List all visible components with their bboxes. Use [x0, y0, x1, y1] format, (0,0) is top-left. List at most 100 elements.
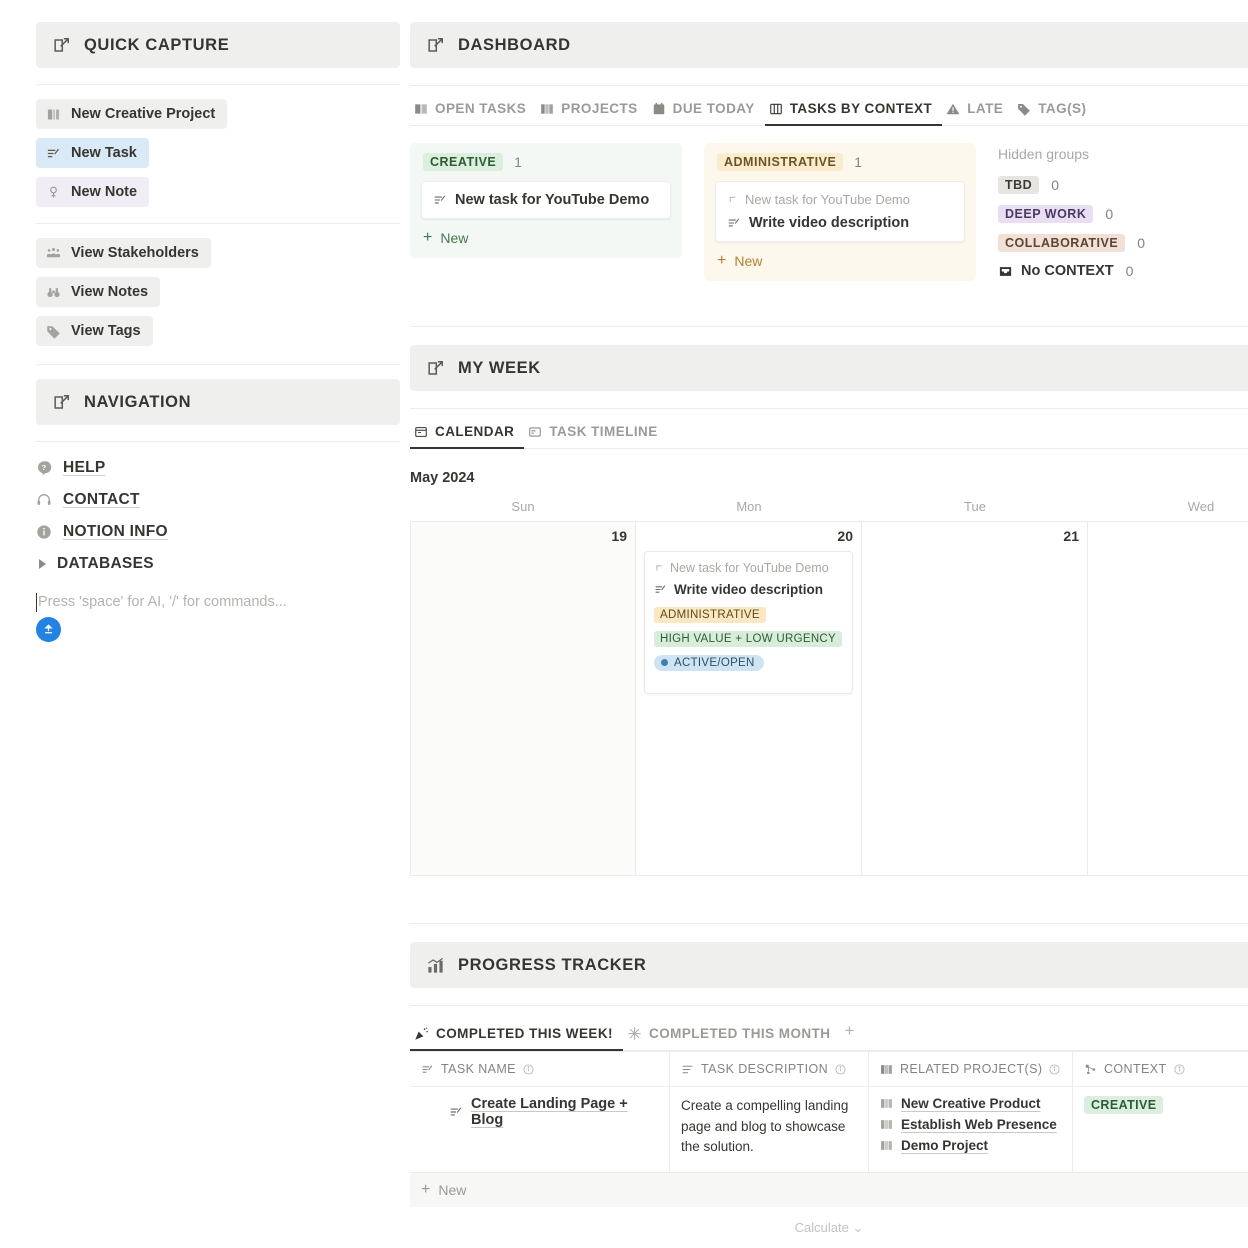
event-status-label: ACTIVE/OPEN [674, 657, 755, 669]
project-link[interactable]: New Creative Product [880, 1096, 1061, 1111]
ai-prompt-placeholder[interactable]: Press 'space' for AI, '/' for commands..… [36, 594, 400, 610]
cell-context[interactable]: CREATIVE [1073, 1087, 1248, 1172]
dashboard-title: DASHBOARD [458, 36, 571, 55]
hidden-group-no-context[interactable]: No CONTEXT 0 [998, 263, 1248, 279]
book-icon [414, 102, 428, 116]
column-header-task-name[interactable]: TASK NAME [410, 1052, 670, 1086]
tab-label: CALENDAR [435, 424, 514, 439]
timeline-icon [528, 425, 542, 439]
info-icon [523, 1064, 534, 1075]
task-name-link[interactable]: Create Landing Page + Blog [421, 1096, 658, 1128]
table-new-row-button[interactable]: + New [410, 1173, 1248, 1207]
calendar-event[interactable]: New task for YouTube Demo Write video de… [644, 551, 853, 694]
my-week-tabbar: CALENDAR TASK TIMELINE [410, 409, 1248, 449]
group-badge-deep-work: DEEP WORK [998, 205, 1093, 223]
calendar-daynumber: 19 [419, 528, 627, 544]
dashboard-header: DASHBOARD [410, 22, 1248, 68]
table-body: Create Landing Page + Blog Create a comp… [410, 1086, 1248, 1173]
calendar-icon [652, 102, 666, 116]
project-link[interactable]: Demo Project [880, 1138, 1061, 1153]
add-tab-button[interactable]: + [841, 1015, 865, 1051]
ai-upload-icon[interactable] [36, 617, 61, 642]
event-status-badge: ACTIVE/OPEN [654, 655, 764, 671]
task-list-icon [727, 216, 741, 230]
quick-capture-header: QUICK CAPTURE [36, 22, 400, 68]
kanban-new-button-creative[interactable]: + New [421, 219, 671, 247]
divider [410, 923, 1248, 924]
calendar-cell-19[interactable]: 19 [410, 522, 636, 875]
hidden-group-deep-work[interactable]: DEEP WORK 0 [998, 205, 1248, 223]
new-creative-project-button[interactable]: New Creative Project [36, 99, 227, 129]
tab-calendar[interactable]: CALENDAR [410, 418, 524, 449]
left-sidebar: QUICK CAPTURE New Creative Project [0, 0, 400, 642]
tab-open-tasks[interactable]: OPEN TASKS [410, 95, 536, 126]
table-row: Create Landing Page + Blog Create a comp… [410, 1087, 1248, 1172]
column-header-related-projects[interactable]: RELATED PROJECT(S) [869, 1052, 1073, 1086]
calendar-cell-wed[interactable] [1088, 522, 1248, 875]
cell-task-description[interactable]: Create a compelling landing page and blo… [670, 1087, 869, 1172]
project-label: New Creative Product [901, 1096, 1041, 1111]
kanban-column-header: ADMINISTRATIVE 1 [715, 153, 965, 171]
tab-tags[interactable]: TAG(S) [1013, 95, 1096, 126]
kanban-card-title-row: New task for YouTube Demo [433, 192, 659, 208]
tab-task-timeline[interactable]: TASK TIMELINE [524, 418, 667, 449]
party-popper-icon [414, 1026, 429, 1041]
view-tags-label: View Tags [71, 323, 141, 339]
tab-tasks-by-context[interactable]: TASKS BY CONTEXT [765, 95, 942, 126]
nav-label-help: HELP [63, 459, 106, 477]
inbox-icon [998, 264, 1013, 279]
calculate-label: Calculate [795, 1220, 849, 1235]
group-count: 1 [854, 155, 862, 170]
navigation-title: NAVIGATION [84, 393, 191, 412]
project-link[interactable]: Establish Web Presence [880, 1117, 1061, 1132]
dayname-mon: Mon [636, 499, 862, 514]
column-header-context[interactable]: CONTEXT [1073, 1052, 1248, 1086]
nav-item-databases[interactable]: DATABASES [36, 548, 400, 580]
binoculars-icon [46, 285, 61, 300]
view-notes-button[interactable]: View Notes [36, 277, 160, 307]
table-calculate-row[interactable]: Calculate ⌄ [410, 1207, 1248, 1236]
hidden-group-tbd[interactable]: TBD 0 [998, 176, 1248, 194]
nav-item-notion-info[interactable]: NOTION INFO [36, 516, 400, 548]
view-stakeholders-button[interactable]: View Stakeholders [36, 238, 211, 268]
no-context-label-row: No CONTEXT [998, 263, 1114, 279]
nav-item-help[interactable]: ? HELP [36, 452, 400, 484]
nav-item-contact[interactable]: CONTACT [36, 484, 400, 516]
divider [410, 326, 1248, 327]
tab-due-today[interactable]: DUE TODAY [648, 95, 765, 126]
group-count: 0 [1105, 206, 1113, 222]
tab-completed-this-week[interactable]: COMPLETED THIS WEEK! [410, 1020, 623, 1051]
chevron-down-icon: ⌄ [852, 1220, 863, 1235]
task-list-icon [654, 583, 667, 596]
edit-square-icon [52, 393, 71, 412]
cell-task-name: Create Landing Page + Blog [410, 1087, 670, 1172]
task-list-icon [421, 1063, 434, 1076]
new-creative-project-row: New Creative Project [36, 99, 400, 129]
plus-icon: + [717, 253, 726, 269]
new-note-button[interactable]: New Note [36, 177, 149, 207]
divider [36, 441, 400, 442]
tab-projects[interactable]: PROJECTS [536, 95, 647, 126]
kanban-card-subtitle-row: New task for YouTube Demo [727, 192, 953, 207]
kanban-card[interactable]: New task for YouTube Demo Write video de… [715, 181, 965, 242]
main-column: DASHBOARD OPEN TASKS PROJECTS DUE TOD [400, 0, 1248, 1236]
calendar-month-label: May 2024 [410, 470, 1248, 486]
view-tags-button[interactable]: View Tags [36, 316, 153, 346]
new-creative-project-label: New Creative Project [71, 106, 215, 122]
kanban-card[interactable]: New task for YouTube Demo [421, 181, 671, 219]
calendar-cell-21[interactable]: 21 [862, 522, 1088, 875]
kanban-column-header: CREATIVE 1 [421, 153, 671, 171]
plus-icon: + [423, 230, 432, 246]
calendar-cell-20[interactable]: 20 New task for YouTube Demo [636, 522, 862, 875]
column-header-task-description[interactable]: TASK DESCRIPTION [670, 1052, 869, 1086]
book-icon [46, 107, 61, 122]
tab-late[interactable]: LATE [942, 95, 1013, 126]
kanban-new-button-administrative[interactable]: + New [715, 242, 965, 270]
hidden-group-collaborative[interactable]: COLLABORATIVE 0 [998, 234, 1248, 252]
group-badge-tbd: TBD [998, 176, 1039, 194]
tab-completed-this-month[interactable]: COMPLETED THIS MONTH [623, 1020, 841, 1051]
view-notes-row: View Notes [36, 277, 400, 307]
info-icon [1049, 1064, 1060, 1075]
new-task-button[interactable]: New Task [36, 138, 149, 168]
kanban-column-creative: CREATIVE 1 New task for YouTube Demo + N… [410, 143, 682, 258]
